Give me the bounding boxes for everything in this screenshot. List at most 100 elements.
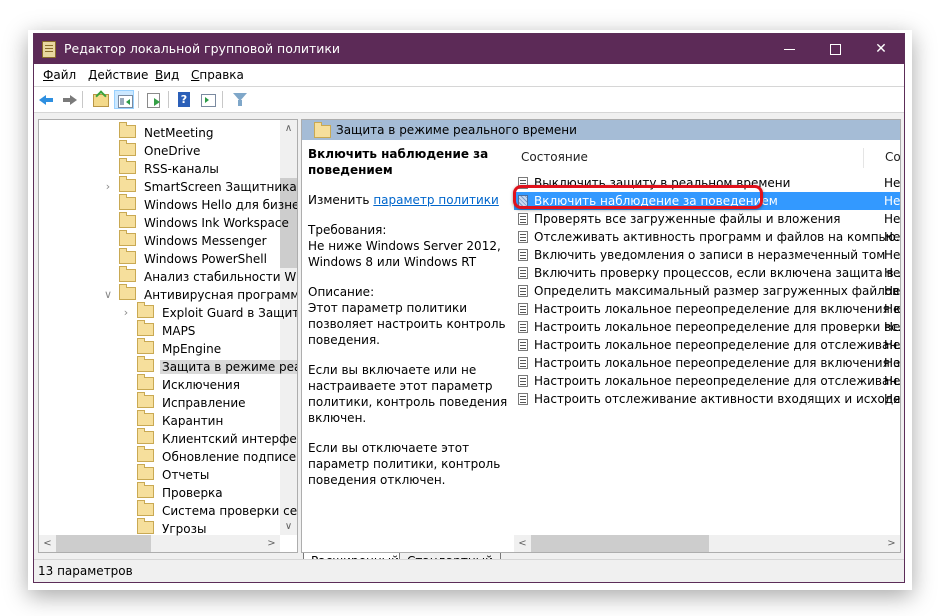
list-hscroll-thumb[interactable] (531, 535, 709, 552)
tree-item[interactable]: Угрозы (137, 518, 208, 538)
policy-row[interactable]: Настроить локальное переопределение для … (514, 372, 900, 390)
tree-item[interactable]: Исключения (137, 374, 242, 394)
help-icon: ? (178, 92, 190, 107)
scroll-left-icon[interactable]: < (514, 535, 531, 552)
tree-item-label: Карантин (162, 414, 224, 428)
tree-item[interactable]: Защита в режиме реального времени (137, 356, 297, 376)
show-hide-tree-icon (118, 95, 133, 108)
policy-setting-icon (518, 249, 528, 261)
tree-item[interactable]: Карантин (137, 410, 225, 430)
policy-row[interactable]: Включить уведомления о записи в неразмеч… (514, 246, 900, 264)
title-bar[interactable]: Редактор локальной групповой политики ✕ (34, 34, 904, 64)
forward-button[interactable] (59, 90, 79, 109)
policy-row[interactable]: Настроить отслеживание активности входящ… (514, 390, 900, 408)
policy-state: Не (884, 230, 901, 244)
policy-name: Проверять все загруженные файлы и вложен… (534, 212, 841, 226)
back-icon (39, 95, 53, 105)
tree-item-label: Угрозы (162, 522, 207, 536)
up-folder-icon (93, 94, 109, 107)
policy-row[interactable]: Определить максимальный размер загруженн… (514, 282, 900, 300)
tree-item[interactable]: › Exploit Guard в Защитнике (124, 302, 297, 322)
menu-file[interactable]: Файл (43, 68, 76, 82)
minimize-button[interactable] (766, 34, 812, 64)
tree-item-label: MpEngine (162, 342, 222, 356)
tree-item[interactable]: Клиентский интерфейс (137, 428, 297, 448)
tree-item[interactable]: OneDrive (119, 140, 202, 160)
menu-view[interactable]: Вид (155, 68, 179, 82)
tree-item[interactable]: Отчеты (137, 464, 211, 484)
column-header-state[interactable]: Со (885, 150, 900, 164)
tree-item[interactable]: Windows Ink Workspace (119, 212, 291, 232)
policy-setting-icon (518, 321, 528, 333)
folder-icon (119, 140, 136, 156)
column-header-setting[interactable]: Состояние (521, 150, 588, 164)
policy-name: Настроить локальное переопределение для … (534, 374, 901, 388)
column-separator[interactable] (863, 148, 864, 168)
help-button[interactable]: ? (174, 90, 194, 109)
tree-item[interactable]: ∨ Антивирусная программа (104, 284, 297, 304)
tree-item[interactable]: Windows PowerShell (119, 248, 269, 268)
policy-row[interactable]: Отслеживать активность программ и файлов… (514, 228, 900, 246)
back-button[interactable] (37, 90, 57, 109)
edit-policy-link[interactable]: параметр политики (373, 193, 499, 207)
show-hide-tree-button[interactable] (114, 90, 134, 109)
tree-item[interactable]: NetMeeting (119, 122, 215, 142)
policy-row[interactable]: Включить проверку процессов, если включе… (514, 264, 900, 282)
collapse-chevron-icon[interactable]: ∨ (103, 286, 113, 304)
menu-help[interactable]: Справка (191, 68, 244, 82)
tree-item[interactable]: Система проверки сети (137, 500, 298, 520)
tree-pane[interactable]: ∧ ∨ < > NetMeeting OneDrive RSS-каналы › Sma… (38, 119, 298, 553)
menu-action[interactable]: Действие (88, 68, 148, 82)
tree-item[interactable]: › SmartScreen Защитника Windows (106, 176, 297, 196)
tree-item[interactable]: Обновление подписей (137, 446, 298, 466)
filter-button[interactable] (230, 90, 250, 109)
folder-icon (119, 194, 136, 210)
menu-action-accel: Д (88, 68, 98, 82)
close-button[interactable]: ✕ (858, 34, 904, 64)
policy-state: Не (884, 284, 901, 298)
list-horizontal-scrollbar[interactable]: < > (514, 535, 900, 552)
policy-setting-icon (518, 213, 528, 225)
policy-row[interactable]: Настроить локальное переопределение для … (514, 318, 900, 336)
tree-item[interactable]: MpEngine (137, 338, 223, 358)
expand-chevron-icon[interactable]: › (121, 304, 131, 322)
scroll-left-icon[interactable]: < (39, 535, 56, 552)
expand-chevron-icon[interactable]: › (103, 178, 113, 196)
menu-help-label: правка (199, 68, 244, 82)
policy-setting-icon (518, 393, 528, 405)
tree-item[interactable]: Windows Messenger (119, 230, 269, 250)
tree-item-label: Exploit Guard в Защитнике (162, 306, 297, 320)
policy-state: Не (884, 194, 901, 208)
export-list-button[interactable] (144, 90, 164, 109)
tree-item[interactable]: Анализ стабильности Windows (119, 266, 297, 286)
scroll-up-icon[interactable]: ∧ (280, 120, 297, 137)
gpedit-app-icon (42, 41, 56, 58)
tree-item[interactable]: Проверка (137, 482, 225, 502)
filter-icon (233, 93, 247, 106)
maximize-button[interactable] (812, 34, 858, 64)
tree-item-label: Система проверки сети (162, 504, 298, 518)
tree-item[interactable]: RSS-каналы (119, 158, 221, 178)
tree-item[interactable]: Исправление (137, 392, 248, 412)
policy-row[interactable]: Выключить защиту в реальном времени Не (514, 174, 900, 192)
tree-item[interactable]: Windows Hello для бизнеса (119, 194, 297, 214)
folder-icon (137, 356, 154, 372)
if-disabled-text: Если вы отключаете этот параметр политик… (308, 441, 501, 487)
policy-row[interactable]: Включить наблюдение за поведением Не (514, 192, 900, 210)
policy-list[interactable]: Состояние Со Выключить защиту в реальном… (514, 146, 900, 535)
tree-item[interactable]: MAPS (137, 320, 197, 340)
policy-row[interactable]: Проверять все загруженные файлы и вложен… (514, 210, 900, 228)
policy-row[interactable]: Настроить локальное переопределение для … (514, 354, 900, 372)
folder-icon (137, 518, 154, 534)
show-action-pane-button[interactable] (198, 90, 218, 109)
scroll-down-icon[interactable]: ∨ (280, 518, 297, 535)
scroll-right-icon[interactable]: > (883, 535, 900, 552)
policy-row[interactable]: Настроить локальное переопределение для … (514, 300, 900, 318)
policy-state: Не (884, 176, 901, 190)
menu-action-label: ействие (97, 68, 149, 82)
scroll-right-icon[interactable]: > (263, 535, 280, 552)
tree-item-label: Обновление подписей (162, 450, 298, 464)
folder-icon (119, 284, 136, 300)
policy-row[interactable]: Настроить локальное переопределение для … (514, 336, 900, 354)
up-folder-button[interactable] (90, 90, 110, 109)
